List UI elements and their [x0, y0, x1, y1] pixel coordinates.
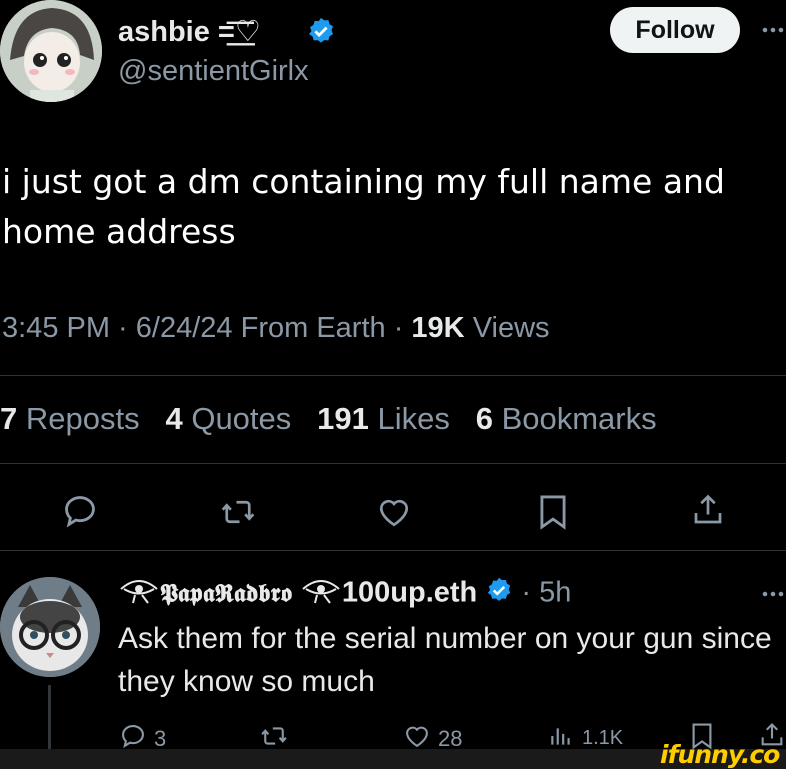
repost-icon[interactable] [217, 494, 259, 530]
reply-author-display-name[interactable]: 𝕻𝖆𝖕𝖆𝕽𝖆𝖉𝖇𝖗𝖔 100up.eth · 5h [118, 576, 571, 612]
divider [0, 463, 786, 464]
author-avatar[interactable] [0, 0, 102, 102]
reply-more-options-icon[interactable] [760, 584, 786, 604]
more-options-icon[interactable] [760, 20, 786, 40]
share-icon[interactable] [690, 490, 726, 530]
thread-line [48, 685, 51, 749]
reply-likes-count: 28 [438, 725, 463, 751]
engagement-stats: 7 Reposts 4 Quotes 191 Likes 6 Bookmarks [0, 401, 657, 437]
quotes-stat[interactable]: 4 Quotes [165, 401, 291, 436]
reply-author-avatar[interactable] [0, 577, 100, 677]
views-label: Views [472, 312, 550, 344]
author-display-name[interactable]: ashbie =͟͟͞͞♡ [118, 14, 261, 49]
divider [0, 375, 786, 376]
bookmarks-stat[interactable]: 6 Bookmarks [476, 401, 657, 436]
reposts-stat[interactable]: 7 Reposts [0, 401, 140, 436]
reply-views-count: 1.1K [582, 727, 624, 749]
reply-replies-count: 3 [154, 725, 167, 751]
tweet-source: From Earth [240, 312, 386, 344]
eye-icon [118, 576, 160, 612]
reply-display-name-text: 𝕻𝖆𝖕𝖆𝕽𝖆𝖉𝖇𝖗𝖔 [160, 578, 292, 608]
follow-button[interactable]: Follow [610, 7, 740, 53]
verified-badge-icon [306, 16, 336, 51]
tweet-time[interactable]: 3:45 PM [2, 312, 110, 344]
tweet-date[interactable]: 6/24/24 [136, 312, 233, 344]
reply-display-name-suffix: 100up.eth [341, 576, 478, 609]
like-icon[interactable] [374, 494, 414, 530]
views-count: 19K [411, 312, 465, 344]
eye-icon [300, 576, 342, 612]
author-handle[interactable]: @sentientGirlx [118, 55, 309, 88]
reply-text: Ask them for the serial number on your g… [118, 622, 772, 698]
divider [0, 550, 786, 551]
reply-icon[interactable] [60, 492, 100, 530]
ifunny-watermark: ifunny.co [660, 740, 780, 769]
likes-stat[interactable]: 191 Likes [317, 401, 450, 436]
tweet-text: i just got a dm containing my full name … [2, 162, 725, 251]
tweet-meta: 3:45 PM · 6/24/24 From Earth · 19K Views [2, 312, 550, 344]
reply-age[interactable]: 5h [539, 577, 571, 609]
bookmark-icon[interactable] [537, 493, 569, 531]
verified-badge-icon [485, 576, 513, 612]
